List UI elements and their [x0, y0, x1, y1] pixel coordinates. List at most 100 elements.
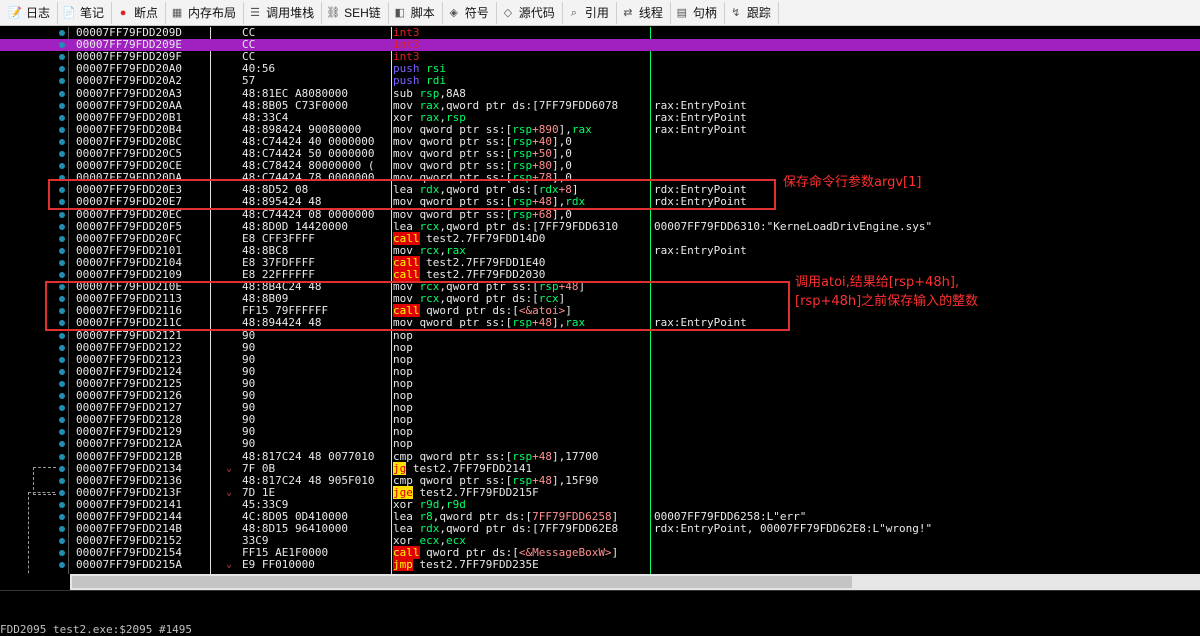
breakpoint-dot-icon[interactable] [59, 126, 65, 133]
tab-label: 源代码 [518, 6, 555, 20]
breakpoint-dot-icon[interactable] [59, 42, 65, 49]
toolbar: 📝 日志 📄 笔记 ● 断点 ▦ 内存布局 ☰ 调用堆栈 ⛓ SEH链 ◧ 脚本 ◈ 符号 ◇ 源代码 ⌕ 引用 ⇄ 线程… [0, 0, 1200, 26]
tab-references[interactable]: ⌕ 引用 [563, 1, 617, 24]
row-comment: 00007FF79FDD6310:"KerneLoadDrivEngine.sy… [654, 219, 933, 233]
disasm-row[interactable]: 00007FF79FDD20EC 48:C74424 08 0000000 mov … [0, 207, 1200, 221]
disasm-row[interactable]: 00007FF79FDD2122 90 nop [0, 341, 1200, 354]
breakpoint-dot-icon[interactable] [59, 138, 65, 145]
row-instruction: cmp qword ptr ss:[rsp+48],17700 [393, 449, 599, 463]
breakpoint-dot-icon[interactable] [59, 102, 65, 109]
row-bytes: E9 FF010000 [242, 558, 315, 572]
breakpoint-dot-icon[interactable] [59, 30, 65, 36]
scroll-corner [0, 574, 70, 590]
tab-breakpoint[interactable]: ● 断点 [112, 1, 167, 24]
breakpoint-dot-icon[interactable] [59, 151, 65, 157]
row-address: 00007FF79FDD20B1 [76, 110, 182, 124]
breakpoint-dot-icon[interactable] [59, 247, 65, 254]
references-icon: ⌕ [570, 6, 577, 19]
breakpoint-dot-icon[interactable] [59, 163, 65, 170]
row-bytes: 48:898424 90080000 [242, 122, 362, 136]
row-address: 00007FF79FDD20F5 [76, 219, 182, 233]
tab-label: 跟踪 [746, 6, 771, 20]
tab-script[interactable]: ◧ 脚本 [389, 1, 443, 24]
disasm-row[interactable]: 00007FF79FDD215A ⌄ E9 FF010000 jmp test2.7F… [0, 558, 1200, 572]
disasm-row[interactable]: 00007FF79FDD20B1 48:33C4 xor rax,rsp rax:En… [0, 110, 1200, 124]
tab-handles[interactable]: ▤ 句柄 [671, 1, 725, 24]
disasm-row[interactable]: 00007FF79FDD2134 ⌄ 7F 0B jg test2.7FF79FDD2… [0, 461, 1200, 475]
tab-threads[interactable]: ⇄ 线程 [617, 1, 671, 24]
disasm-row[interactable]: 00007FF79FDD20F5 48:8D0D 14420000 lea rcx,… [0, 219, 1200, 233]
row-address: 00007FF79FDD20A3 [76, 86, 182, 100]
disasm-row[interactable]: 00007FF79FDD20A3 48:81EC A8080000 sub rsp,… [0, 86, 1200, 100]
annotation-box-atoi [45, 281, 790, 331]
breakpoint-dot-icon[interactable] [59, 211, 65, 218]
row-instruction: cmp qword ptr ss:[rsp+48],15F90 [393, 473, 599, 487]
breakpoint-dot-icon[interactable] [59, 114, 65, 121]
breakpoint-dot-icon[interactable] [59, 272, 65, 278]
breakpoint-dot-icon[interactable] [59, 429, 65, 436]
row-address: 00007FF79FDD212A [76, 437, 182, 451]
breakpoint-dot-icon[interactable] [59, 66, 65, 73]
row-address: 00007FF79FDD2136 [76, 473, 182, 487]
tab-symbols[interactable]: ◈ 符号 [443, 1, 497, 24]
breakpoint-dot-icon[interactable] [59, 489, 65, 496]
breakpoint-dot-icon[interactable] [59, 526, 65, 533]
breakpoint-dot-icon[interactable] [59, 417, 65, 424]
horizontal-scrollbar[interactable] [70, 574, 1200, 590]
tab-label: 调用堆栈 [266, 6, 315, 20]
row-address: 00007FF79FDD2134 [76, 461, 182, 475]
tab-seh[interactable]: ⛓ SEH链 [322, 1, 389, 24]
disasm-row[interactable]: 00007FF79FDD20FC E8 CFF3FFFF call test2.7F… [0, 231, 1200, 245]
breakpoint-dot-icon[interactable] [59, 356, 65, 363]
breakpoint-dot-icon[interactable] [59, 477, 65, 484]
disassembly-view[interactable]: 00007FF79FDD209D CC int3 00007FF79FDD209E CC… [0, 27, 1200, 574]
row-bytes: 90 [242, 364, 256, 378]
breakpoint-dot-icon[interactable] [59, 538, 65, 545]
scrollbar-thumb[interactable] [72, 576, 852, 588]
log-icon: 📝 [8, 6, 22, 19]
breakpoint-dot-icon[interactable] [59, 235, 65, 242]
disasm-row[interactable]: 00007FF79FDD2136 48:817C24 48 905F010 cmp … [0, 473, 1200, 487]
disasm-row[interactable]: 00007FF79FDD212B 48:817C24 48 0077010 cmp … [0, 449, 1200, 463]
tab-label: SEH链 [344, 6, 381, 20]
disasm-row[interactable]: 00007FF79FDD2121 90 nop [0, 329, 1200, 342]
breakpoint-dot-icon[interactable] [59, 550, 65, 557]
breakpoint-dot-icon[interactable] [59, 405, 65, 412]
breakpoint-dot-icon[interactable] [59, 344, 65, 351]
annotation-atoi-line2: [rsp+48h]之前保存输入的整数 [795, 294, 979, 309]
tab-memory-map[interactable]: ▦ 内存布局 [166, 1, 245, 24]
row-instruction: jg test2.7FF79FDD2141 [393, 461, 533, 475]
breakpoint-dot-icon[interactable] [59, 393, 65, 399]
breakpoint-dot-icon[interactable] [59, 380, 65, 387]
breakpoint-dot-icon[interactable] [59, 368, 65, 375]
disasm-row[interactable]: 00007FF79FDD2123 90 nop [0, 353, 1200, 366]
tab-label: 脚本 [410, 6, 435, 20]
tab-label: 日志 [26, 6, 51, 20]
breakpoint-dot-icon[interactable] [59, 54, 65, 61]
breakpoint-dot-icon[interactable] [59, 332, 65, 339]
annotation-box-argv [48, 179, 776, 210]
row-bytes: 48:817C24 48 905F010 [242, 473, 375, 487]
breakpoint-dot-icon[interactable] [59, 259, 65, 266]
breakpoint-dot-icon[interactable] [59, 78, 65, 85]
row-bytes: 48:C74424 08 0000000 [242, 207, 375, 221]
breakpoint-dot-icon[interactable] [59, 90, 65, 97]
breakpoint-dot-icon[interactable] [59, 501, 65, 508]
breakpoint-dot-icon[interactable] [59, 514, 65, 520]
breakpoint-dot-icon[interactable] [59, 562, 65, 569]
disasm-row[interactable]: 00007FF79FDD20AA 48:8B05 C73F0000 mov rax,… [0, 99, 1200, 112]
breakpoint-dot-icon[interactable] [59, 441, 65, 448]
tab-log[interactable]: 📝 日志 [4, 1, 59, 24]
memory-map-icon: ▦ [171, 6, 183, 19]
disasm-row[interactable]: 00007FF79FDD20A2 57 push rdi [0, 75, 1200, 87]
tab-notes[interactable]: 📄 笔记 [58, 1, 113, 24]
disasm-row[interactable]: 00007FF79FDD212A 90 nop [0, 438, 1200, 450]
row-address: 00007FF79FDD2124 [76, 364, 182, 378]
breakpoint-dot-icon[interactable] [59, 465, 65, 472]
tab-source[interactable]: ◇ 源代码 [497, 1, 563, 24]
row-bytes: 90 [242, 437, 256, 451]
breakpoint-dot-icon[interactable] [59, 223, 65, 230]
tab-trace[interactable]: ↯ 跟踪 [725, 1, 779, 24]
tab-call-stack[interactable]: ☰ 调用堆栈 [244, 1, 323, 24]
breakpoint-dot-icon[interactable] [59, 453, 65, 460]
